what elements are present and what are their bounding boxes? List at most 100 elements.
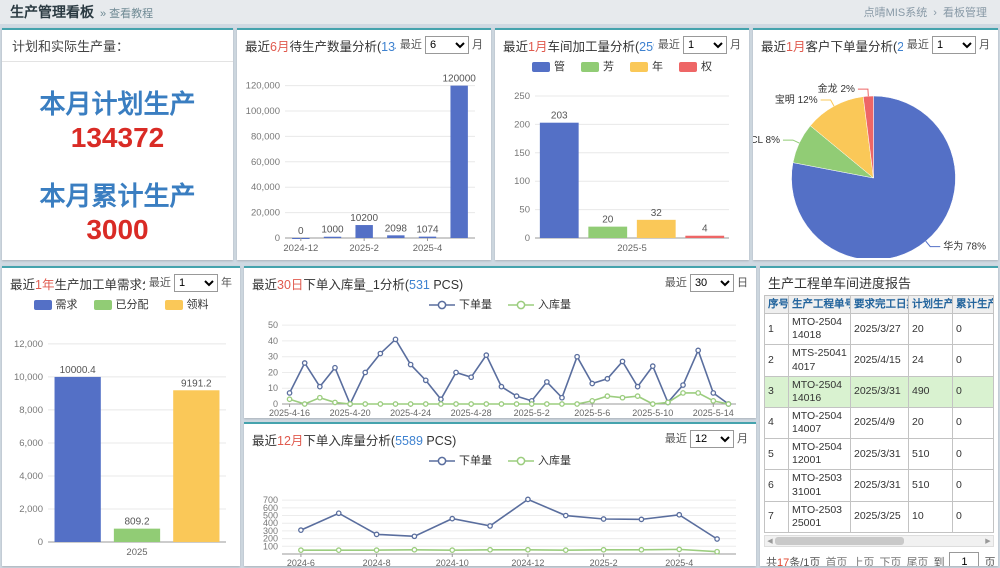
table-row[interactable]: 6MTO-2503310012025/3/315100 bbox=[765, 470, 994, 501]
svg-text:金龙 2%: 金龙 2% bbox=[818, 82, 855, 95]
panel-daily-orders: 最近30日下单入库量_1分析(531 PCS) 最近 30 日 下单量入库量 0… bbox=[244, 266, 756, 418]
svg-text:809.2: 809.2 bbox=[124, 517, 149, 528]
period-select[interactable]: 12 bbox=[690, 430, 734, 448]
mis-system-link[interactable]: 点晴MIS系统 bbox=[864, 7, 928, 19]
table-cell: 1 bbox=[765, 314, 789, 345]
table-cell: 2025/3/31 bbox=[851, 470, 909, 501]
legend-swatch-icon bbox=[679, 62, 697, 72]
table-cell: 0 bbox=[953, 314, 994, 345]
view-tutorial-link[interactable]: » 查看教程 bbox=[100, 5, 153, 21]
svg-text:2025-4: 2025-4 bbox=[413, 243, 443, 254]
workshop-legend: 管芳年权 bbox=[495, 58, 749, 78]
svg-text:宝明 12%: 宝明 12% bbox=[775, 93, 818, 106]
table-cell: 20 bbox=[909, 314, 953, 345]
table-cell: 2025/3/31 bbox=[851, 439, 909, 470]
table-title: 生产工程单车间进度报告 bbox=[760, 268, 998, 295]
svg-text:2024-10: 2024-10 bbox=[436, 558, 469, 566]
svg-text:0: 0 bbox=[298, 226, 304, 237]
table-row[interactable]: 7MTO-2503250012025/3/25100 bbox=[765, 501, 994, 532]
svg-text:30: 30 bbox=[268, 352, 278, 362]
table-row[interactable]: 4MTO-2504140072025/4/9200 bbox=[765, 407, 994, 438]
table-cell: 2025/3/31 bbox=[851, 376, 909, 407]
scroll-right-icon[interactable]: ▶ bbox=[983, 537, 993, 545]
panel-demand: 最近1年生产加工单需求分析(20000.8 最近 1 年 需求已分配领料 02,… bbox=[2, 266, 240, 566]
legend-item[interactable]: 已分配 bbox=[94, 296, 149, 314]
legend-item[interactable]: 下单量 bbox=[429, 452, 492, 470]
svg-text:10200: 10200 bbox=[350, 213, 378, 224]
next-page-link[interactable]: 下页 bbox=[879, 554, 901, 567]
svg-text:2025-4-28: 2025-4-28 bbox=[451, 408, 492, 418]
svg-text:40: 40 bbox=[268, 336, 278, 346]
stat-actual-label: 本月累计生产 bbox=[2, 180, 233, 213]
legend-item[interactable]: 下单量 bbox=[429, 296, 492, 314]
svg-text:2025: 2025 bbox=[126, 547, 147, 558]
table-row[interactable]: 8MTO-2503220052025/3/2911020 bbox=[765, 532, 994, 533]
legend-item[interactable]: 入库量 bbox=[508, 296, 571, 314]
legend-swatch-icon bbox=[34, 300, 52, 310]
table-cell: 8 bbox=[765, 532, 789, 533]
table-row[interactable]: 2MTS-2504140172025/4/15240 bbox=[765, 345, 994, 376]
svg-text:20,000: 20,000 bbox=[251, 208, 280, 219]
legend-item[interactable]: 权 bbox=[679, 58, 712, 76]
period-select[interactable]: 30 bbox=[690, 274, 734, 292]
svg-text:2025-5-2: 2025-5-2 bbox=[514, 408, 550, 418]
svg-text:50: 50 bbox=[519, 205, 530, 216]
legend-swatch-icon bbox=[532, 62, 550, 72]
panel-title: 最近1月客户下单量分析(259 单) bbox=[761, 36, 903, 55]
table-cell: MTO-250412001 bbox=[789, 439, 851, 470]
legend-item[interactable]: 管 bbox=[532, 58, 565, 76]
stat-plan: 本月计划生产 134372 bbox=[2, 88, 233, 154]
page-title: 生产管理看板 bbox=[10, 2, 94, 22]
period-select[interactable]: 1 bbox=[683, 36, 727, 54]
legend-item[interactable]: 芳 bbox=[581, 58, 614, 76]
svg-text:120000: 120000 bbox=[442, 74, 476, 85]
panel-workshop-output: 最近1月车间加工量分析(259 PCS) 最近 1 月 管芳年权 0501001… bbox=[495, 28, 749, 260]
period-select[interactable]: 1 bbox=[932, 36, 976, 54]
legend-item[interactable]: 需求 bbox=[34, 296, 78, 314]
svg-text:0: 0 bbox=[525, 233, 530, 244]
legend-item[interactable]: 年 bbox=[630, 58, 663, 76]
table-cell: MTO-250414018 bbox=[789, 314, 851, 345]
svg-text:4,000: 4,000 bbox=[19, 471, 43, 482]
prev-page-link[interactable]: 上页 bbox=[852, 554, 874, 567]
svg-text:40,000: 40,000 bbox=[251, 182, 280, 193]
period-select[interactable]: 1 bbox=[174, 274, 218, 292]
table-header-row: 序号生产工程单号要求完工日期计划生产数累计生产数 bbox=[765, 296, 994, 314]
daily-legend: 下单量入库量 bbox=[244, 296, 756, 316]
table-row[interactable]: 5MTO-2504120012025/3/315100 bbox=[765, 439, 994, 470]
period-select[interactable]: 6 bbox=[425, 36, 469, 54]
last-page-link[interactable]: 尾页 bbox=[906, 554, 928, 567]
first-page-link[interactable]: 首页 bbox=[825, 554, 847, 567]
svg-text:250: 250 bbox=[514, 91, 530, 102]
table-cell: MTO-250331001 bbox=[789, 470, 851, 501]
board-manage-link[interactable]: 看板管理 bbox=[943, 7, 987, 19]
svg-text:6,000: 6,000 bbox=[19, 438, 43, 449]
table-column-header: 序号 bbox=[765, 296, 789, 314]
period-control: 最近 12 月 bbox=[665, 430, 748, 448]
period-control: 最近 6 月 bbox=[400, 36, 483, 54]
table-column-header: 计划生产数 bbox=[909, 296, 953, 314]
progress-table: 序号生产工程单号要求完工日期计划生产数累计生产数 1MTO-2504140182… bbox=[764, 295, 994, 533]
svg-text:2025-4-24: 2025-4-24 bbox=[390, 408, 431, 418]
table-row[interactable]: 3MTO-2504140162025/3/314900 bbox=[765, 376, 994, 407]
table-column-header: 生产工程单号 bbox=[789, 296, 851, 314]
horizontal-scrollbar[interactable]: ◀ ▶ bbox=[764, 535, 994, 547]
svg-text:4: 4 bbox=[702, 224, 708, 235]
table-row[interactable]: 1MTO-2504140182025/3/27200 bbox=[765, 314, 994, 345]
pending-qty-bar-chart: 020,00040,00060,00080,000100,000120,0000… bbox=[237, 58, 487, 258]
goto-page-input[interactable] bbox=[949, 552, 979, 566]
svg-text:2025-5-10: 2025-5-10 bbox=[632, 408, 673, 418]
svg-text:2025-2: 2025-2 bbox=[590, 558, 618, 566]
legend-item[interactable]: 领料 bbox=[165, 296, 209, 314]
demand-legend: 需求已分配领料 bbox=[2, 296, 240, 316]
legend-item[interactable]: 入库量 bbox=[508, 452, 571, 470]
table-cell: 2025/3/29 bbox=[851, 532, 909, 533]
legend-swatch-icon bbox=[630, 62, 648, 72]
table-cell: 0 bbox=[953, 407, 994, 438]
table-cell: 6 bbox=[765, 470, 789, 501]
table-cell: 2025/3/27 bbox=[851, 314, 909, 345]
scroll-left-icon[interactable]: ◀ bbox=[765, 537, 775, 545]
svg-text:2025-5: 2025-5 bbox=[617, 243, 647, 254]
scrollbar-thumb[interactable] bbox=[775, 537, 904, 545]
legend-line-marker-icon bbox=[508, 456, 534, 466]
